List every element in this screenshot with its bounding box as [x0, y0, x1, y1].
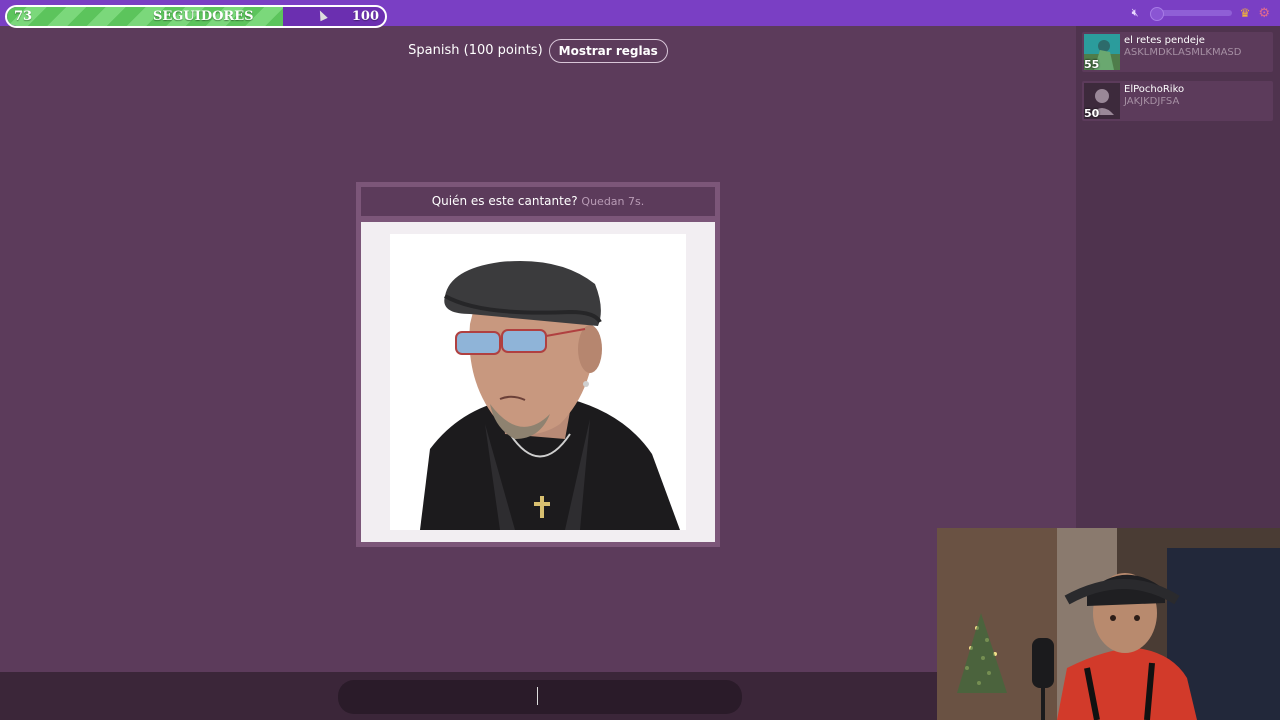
singer-photo-illustration [390, 234, 686, 530]
room-language-label: Spanish (100 points) [408, 43, 543, 58]
player-name: ElPochoRiko [1124, 84, 1185, 95]
followers-current: 73 [14, 9, 33, 24]
answer-input[interactable] [338, 680, 742, 714]
volume-knob[interactable] [1149, 7, 1164, 21]
followers-goal: 100 [351, 9, 379, 24]
player-name: el retes pendeje [1124, 35, 1205, 46]
player-card[interactable]: 55 el retes pendeje ASKLMDKLASMLKMASD [1082, 32, 1273, 72]
text-caret [537, 687, 538, 705]
question-card: Quién es este cantante? Quedan 7s. [356, 182, 720, 547]
singer-photo [390, 234, 686, 530]
webcam-scene [937, 528, 1280, 720]
question-image-frame [361, 222, 715, 542]
volume-slider[interactable] [1149, 7, 1232, 21]
player-score: 50 [1084, 107, 1100, 120]
show-rules-button[interactable]: Mostrar reglas [548, 38, 668, 63]
players-sidebar: 55 el retes pendeje ASKLMDKLASMLKMASD 50… [1076, 26, 1280, 528]
crown-icon[interactable]: ♛ [1240, 7, 1251, 19]
mute-icon[interactable]: 🔇︎ [1132, 7, 1144, 19]
room-header: Spanish (100 points) Mostrar reglas [0, 38, 1076, 63]
top-bar: 73 SEGUIDORES 100 🔇︎ ♛ ⚙ [0, 0, 1280, 28]
player-status: JAKJKDJFSA [1124, 96, 1180, 107]
question-title: Quién es este cantante? Quedan 7s. [361, 187, 715, 216]
webcam-overlay [937, 528, 1280, 720]
player-score: 55 [1084, 58, 1100, 71]
question-timer: Quedan 7s. [581, 195, 645, 208]
top-right-tools: 🔇︎ ♛ ⚙ [1132, 4, 1270, 22]
gear-icon[interactable]: ⚙ [1258, 7, 1270, 20]
question-prompt: Quién es este cantante? [431, 194, 578, 208]
followers-goal-bar: 73 SEGUIDORES 100 [5, 5, 387, 28]
player-card[interactable]: 50 ElPochoRiko JAKJKDJFSA [1082, 81, 1273, 121]
followers-label: SEGUIDORES [153, 9, 254, 24]
player-status: ASKLMDKLASMLKMASD [1124, 47, 1242, 58]
